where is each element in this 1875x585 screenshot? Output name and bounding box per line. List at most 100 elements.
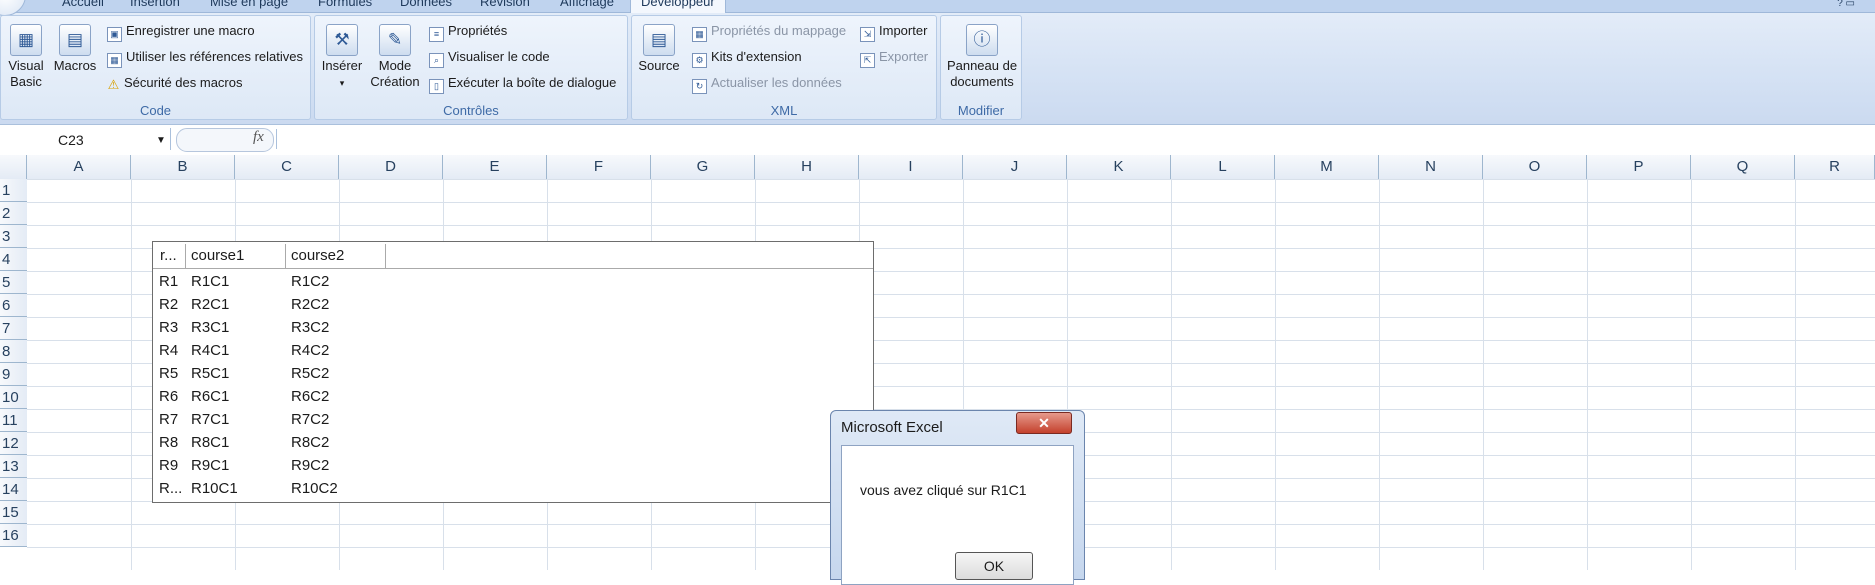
row-header[interactable]: 3 xyxy=(0,225,27,248)
view-code-label: Visualiser le code xyxy=(448,49,550,64)
listview-column-header[interactable]: r... xyxy=(155,244,186,268)
list-item-key: R8 xyxy=(159,434,179,451)
office-button[interactable] xyxy=(0,0,26,16)
column-header[interactable]: J xyxy=(963,155,1067,179)
tab-insertion[interactable]: Insertion xyxy=(130,0,180,9)
listview-control[interactable]: r... course1 course2 R1 R1C1 R1C2 R2 R2C… xyxy=(152,241,874,503)
tab-donnees[interactable]: Données xyxy=(400,0,452,9)
row-header[interactable]: 14 xyxy=(0,478,27,501)
list-item-course2: R10C2 xyxy=(291,480,338,497)
insert-control-button[interactable]: ⚒ Insérer ▾ xyxy=(319,24,365,91)
column-header[interactable]: M xyxy=(1275,155,1379,179)
macros-button[interactable]: ▤ Macros xyxy=(53,24,97,74)
column-header[interactable]: N xyxy=(1379,155,1483,179)
column-header[interactable]: O xyxy=(1483,155,1587,179)
row-header[interactable]: 4 xyxy=(0,248,27,271)
import-button[interactable]: ⇲ Importer xyxy=(860,23,927,42)
column-header[interactable]: E xyxy=(443,155,547,179)
formula-input[interactable] xyxy=(276,129,1872,149)
view-code-button[interactable]: ⌕ Visualiser le code xyxy=(429,49,550,68)
visual-basic-button[interactable]: ▦ Visual Basic xyxy=(4,24,48,90)
column-header[interactable]: B xyxy=(131,155,235,179)
grid-line xyxy=(131,179,132,570)
list-item-course1: R10C1 xyxy=(191,480,238,497)
column-header[interactable]: L xyxy=(1171,155,1275,179)
relative-references-icon: ▦ xyxy=(107,53,122,68)
listview-column-header[interactable]: course2 xyxy=(286,244,386,268)
close-icon[interactable]: ✕ xyxy=(1016,412,1072,434)
tab-accueil[interactable]: Accueil xyxy=(62,0,104,9)
column-header[interactable]: G xyxy=(651,155,755,179)
relative-references-button[interactable]: ▦ Utiliser les références relatives xyxy=(107,49,303,68)
column-header[interactable]: R xyxy=(1795,155,1875,179)
column-header[interactable]: D xyxy=(339,155,443,179)
map-properties-button[interactable]: ▦ Propriétés du mappage xyxy=(692,23,846,42)
chevron-down-icon: ▾ xyxy=(339,78,345,88)
list-item-course2: R1C2 xyxy=(291,273,330,290)
list-item-course2: R4C2 xyxy=(291,342,330,359)
list-item-course1: R1C1 xyxy=(191,273,230,290)
chevron-down-icon[interactable]: ▼ xyxy=(156,135,166,146)
tab-formules[interactable]: Formules xyxy=(318,0,372,9)
ribbon: Accueil Insertion Mise en page Formules … xyxy=(0,0,1875,124)
column-header[interactable]: F xyxy=(547,155,651,179)
list-item-key: R4 xyxy=(159,342,179,359)
refresh-data-button[interactable]: ↻ Actualiser les données xyxy=(692,75,842,94)
record-macro-button[interactable]: ▣ Enregistrer une macro xyxy=(107,23,255,42)
dialog-message: vous avez cliqué sur R1C1 xyxy=(860,482,1027,498)
design-mode-label: Mode Création xyxy=(370,58,420,89)
row-header[interactable]: 11 xyxy=(0,409,27,432)
column-header[interactable]: K xyxy=(1067,155,1171,179)
help-icon[interactable]: ? ▭ xyxy=(1837,0,1855,9)
properties-button[interactable]: ≡ Propriétés xyxy=(429,23,507,42)
column-headers: A B C D E F G H I J K L M N O P Q R xyxy=(0,155,1875,180)
column-header[interactable]: C xyxy=(235,155,339,179)
design-mode-button[interactable]: ✎ Mode Création xyxy=(369,24,421,90)
select-all-corner[interactable] xyxy=(0,155,27,179)
name-box[interactable]: C23 ▼ xyxy=(0,128,171,150)
row-header[interactable]: 5 xyxy=(0,271,27,294)
column-header[interactable]: P xyxy=(1587,155,1691,179)
column-header[interactable]: A xyxy=(27,155,131,179)
tab-developpeur[interactable]: Développeur xyxy=(630,0,726,13)
list-item-course1: R8C1 xyxy=(191,434,230,451)
column-header[interactable]: I xyxy=(859,155,963,179)
list-item-key: R3 xyxy=(159,319,179,336)
tab-revision[interactable]: Révision xyxy=(480,0,530,9)
row-header[interactable]: 8 xyxy=(0,340,27,363)
document-panel-button[interactable]: ⓘ Panneau de documents xyxy=(943,24,1021,90)
macros-icon: ▤ xyxy=(59,24,91,56)
grid-line xyxy=(1275,179,1276,570)
row-header[interactable]: 10 xyxy=(0,386,27,409)
group-label-xml: XML xyxy=(770,103,798,118)
grid-line xyxy=(1691,179,1692,570)
row-header[interactable]: 1 xyxy=(0,179,27,202)
row-header[interactable]: 13 xyxy=(0,455,27,478)
tab-affichage[interactable]: Affichage xyxy=(560,0,614,9)
row-header[interactable]: 7 xyxy=(0,317,27,340)
row-header[interactable]: 15 xyxy=(0,501,27,524)
ok-button[interactable]: OK xyxy=(955,552,1033,580)
expansion-packs-button[interactable]: ⚙ Kits d'extension xyxy=(692,49,802,68)
record-macro-label: Enregistrer une macro xyxy=(126,23,255,38)
grid-line xyxy=(1587,179,1588,570)
tab-mise-en-page[interactable]: Mise en page xyxy=(210,0,288,9)
record-macro-icon: ▣ xyxy=(107,27,122,42)
column-header[interactable]: Q xyxy=(1691,155,1795,179)
listview-column-header[interactable]: course1 xyxy=(186,244,286,268)
export-button[interactable]: ⇱ Exporter xyxy=(860,49,928,68)
row-header[interactable]: 9 xyxy=(0,363,27,386)
row-header[interactable]: 6 xyxy=(0,294,27,317)
dialog-body: vous avez cliqué sur R1C1 OK xyxy=(841,445,1074,585)
run-dialog-button[interactable]: ▯ Exécuter la boîte de dialogue xyxy=(429,75,616,94)
row-header[interactable]: 2 xyxy=(0,202,27,225)
column-header[interactable]: H xyxy=(755,155,859,179)
row-header[interactable]: 12 xyxy=(0,432,27,455)
macros-label: Macros xyxy=(53,58,97,73)
list-item-key: R1 xyxy=(159,273,179,290)
macro-security-button[interactable]: ⚠ Sécurité des macros xyxy=(107,75,243,92)
row-header[interactable]: 16 xyxy=(0,524,27,547)
source-button[interactable]: ▤ Source xyxy=(636,24,682,74)
grid-line xyxy=(1483,179,1484,570)
insert-function-icon[interactable]: fx xyxy=(253,129,264,146)
